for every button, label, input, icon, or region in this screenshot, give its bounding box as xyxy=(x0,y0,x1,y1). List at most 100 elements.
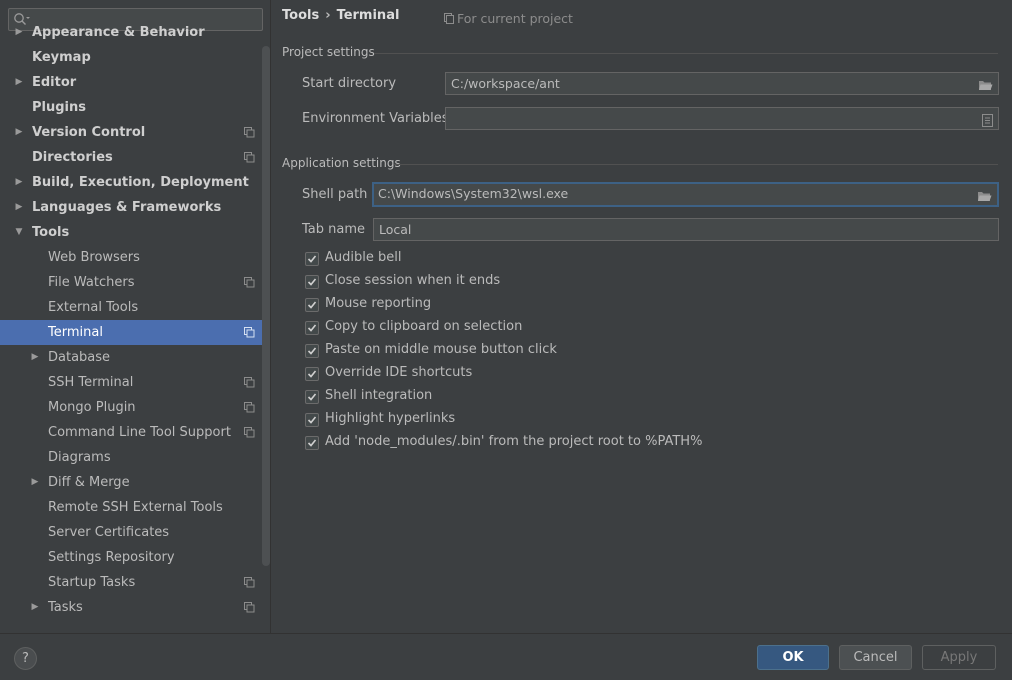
application-settings-title: Application settings xyxy=(282,156,401,170)
tab-name-label: Tab name xyxy=(302,222,366,237)
environment-variables-field[interactable] xyxy=(445,107,999,130)
collapsed-arrow-icon[interactable]: ▶ xyxy=(14,170,24,195)
sidebar-item-mongo-plugin[interactable]: Mongo Plugin xyxy=(0,395,262,420)
breadcrumb-current: Terminal xyxy=(336,8,400,23)
folder-browse-icon[interactable] xyxy=(977,189,992,208)
sidebar-item-database[interactable]: ▶ Database xyxy=(0,345,262,370)
checkbox-checked-icon[interactable] xyxy=(305,275,319,289)
project-level-icon xyxy=(244,277,255,288)
sidebar-item-tools[interactable]: ▼ Tools xyxy=(0,220,262,245)
sidebar-item-keymap[interactable]: Keymap xyxy=(0,45,262,70)
folder-browse-icon[interactable] xyxy=(978,77,993,98)
sidebar-item-label: Diagrams xyxy=(48,450,111,465)
checkbox-checked-icon[interactable] xyxy=(305,298,319,312)
checkbox-label: Add 'node_modules/.bin' from the project… xyxy=(325,434,703,449)
shell-path-field[interactable]: C:\Windows\System32\wsl.exe xyxy=(372,182,999,207)
expanded-arrow-icon[interactable]: ▼ xyxy=(14,220,24,245)
sidebar-item-diff-merge[interactable]: ▶ Diff & Merge xyxy=(0,470,262,495)
sidebar-item-label: Build, Execution, Deployment xyxy=(32,175,249,190)
checkbox-checked-icon[interactable] xyxy=(305,390,319,404)
apply-button[interactable]: Apply xyxy=(922,645,996,670)
sidebar-item-label: Tasks xyxy=(48,600,83,615)
breadcrumb: Tools › Terminal xyxy=(282,8,399,23)
sidebar-item-ssh-terminal[interactable]: SSH Terminal xyxy=(0,370,262,395)
sidebar-scrollbar[interactable] xyxy=(262,46,270,566)
checkbox-label: Paste on middle mouse button click xyxy=(325,342,557,357)
collapsed-arrow-icon[interactable]: ▶ xyxy=(30,470,40,495)
collapsed-arrow-icon[interactable]: ▶ xyxy=(14,195,24,220)
sidebar-item-tasks[interactable]: ▶ Tasks xyxy=(0,595,262,620)
sidebar-item-label: Mongo Plugin xyxy=(48,400,136,415)
sidebar-item-build-execution-deployment[interactable]: ▶ Build, Execution, Deployment xyxy=(0,170,262,195)
sidebar-item-label: External Tools xyxy=(48,300,139,315)
checkbox-checked-icon[interactable] xyxy=(305,321,319,335)
tab-name-field[interactable]: Local xyxy=(373,218,999,241)
checkbox-checked-icon[interactable] xyxy=(305,252,319,266)
collapsed-arrow-icon[interactable]: ▶ xyxy=(14,20,24,45)
settings-content: Tools › Terminal For current project Proje… xyxy=(272,0,1012,633)
collapsed-arrow-icon[interactable]: ▶ xyxy=(30,595,40,620)
ok-button[interactable]: OK xyxy=(757,645,829,670)
sidebar-item-label: Version Control xyxy=(32,125,146,140)
section-divider xyxy=(374,53,998,54)
collapsed-arrow-icon[interactable]: ▶ xyxy=(14,70,24,95)
checkbox-label: Copy to clipboard on selection xyxy=(325,319,523,334)
start-directory-field[interactable]: C:/workspace/ant xyxy=(445,72,999,95)
sidebar-item-languages-frameworks[interactable]: ▶ Languages & Frameworks xyxy=(0,195,262,220)
project-level-icon xyxy=(244,427,255,438)
sidebar-item-command-line-tool-support[interactable]: Command Line Tool Support xyxy=(0,420,262,445)
sidebar-item-settings-repository[interactable]: Settings Repository xyxy=(0,545,262,570)
environment-variables-label: Environment Variables xyxy=(302,111,449,126)
sidebar-item-label: Web Browsers xyxy=(48,250,140,265)
sidebar-item-label: Appearance & Behavior xyxy=(32,25,205,40)
for-current-project-hint: For current project xyxy=(444,11,573,26)
cancel-button[interactable]: Cancel xyxy=(839,645,912,670)
sidebar-item-label: Server Certificates xyxy=(48,525,170,540)
project-level-icon xyxy=(244,402,255,413)
checkbox-label: Highlight hyperlinks xyxy=(325,411,456,426)
dialog-footer: ? OK Cancel Apply xyxy=(0,633,1012,680)
sidebar-item-label: Database xyxy=(48,350,111,365)
sidebar-item-plugins[interactable]: Plugins xyxy=(0,95,262,120)
sidebar-item-label: Diff & Merge xyxy=(48,475,130,490)
checkbox-checked-icon[interactable] xyxy=(305,344,319,358)
sidebar-item-terminal[interactable]: Terminal xyxy=(0,320,262,345)
project-level-icon xyxy=(244,377,255,388)
settings-tree: ▶ Appearance & Behavior Keymap ▶ Editor Plugi… xyxy=(0,25,262,620)
sidebar-item-external-tools[interactable]: External Tools xyxy=(0,295,262,320)
project-settings-section: Project settings xyxy=(282,45,1000,59)
sidebar-item-label: Command Line Tool Support xyxy=(48,425,231,440)
sidebar-item-remote-ssh-external-tools[interactable]: Remote SSH External Tools xyxy=(0,495,262,520)
sidebar-item-label: Languages & Frameworks xyxy=(32,200,222,215)
checkbox-label: Shell integration xyxy=(325,388,433,403)
sidebar-item-editor[interactable]: ▶ Editor xyxy=(0,70,262,95)
settings-sidebar: ▶ Appearance & Behavior Keymap ▶ Editor Plugi… xyxy=(0,0,271,633)
help-button[interactable]: ? xyxy=(14,647,37,670)
sidebar-item-diagrams[interactable]: Diagrams xyxy=(0,445,262,470)
breadcrumb-separator-icon: › xyxy=(325,8,331,23)
project-level-icon xyxy=(244,602,255,613)
sidebar-item-startup-tasks[interactable]: Startup Tasks xyxy=(0,570,262,595)
sidebar-item-file-watchers[interactable]: File Watchers xyxy=(0,270,262,295)
project-level-icon xyxy=(244,127,255,138)
sidebar-item-label: Terminal xyxy=(48,325,103,340)
sidebar-item-appearance-behavior[interactable]: ▶ Appearance & Behavior xyxy=(0,20,262,45)
sidebar-item-directories[interactable]: Directories xyxy=(0,145,262,170)
checkbox-label: Audible bell xyxy=(325,250,402,265)
sidebar-item-label: Editor xyxy=(32,75,77,90)
checkbox-label: Override IDE shortcuts xyxy=(325,365,473,380)
project-settings-title: Project settings xyxy=(282,45,375,59)
breadcrumb-parent[interactable]: Tools xyxy=(282,8,319,23)
checkbox-checked-icon[interactable] xyxy=(305,367,319,381)
project-level-icon xyxy=(244,152,255,163)
sidebar-item-web-browsers[interactable]: Web Browsers xyxy=(0,245,262,270)
checkbox-checked-icon[interactable] xyxy=(305,436,319,450)
sidebar-item-server-certificates[interactable]: Server Certificates xyxy=(0,520,262,545)
edit-variables-icon[interactable] xyxy=(982,112,993,133)
shell-path-label: Shell path xyxy=(302,187,368,202)
collapsed-arrow-icon[interactable]: ▶ xyxy=(14,120,24,145)
project-icon xyxy=(444,13,454,24)
collapsed-arrow-icon[interactable]: ▶ xyxy=(30,345,40,370)
sidebar-item-version-control[interactable]: ▶ Version Control xyxy=(0,120,262,145)
checkbox-checked-icon[interactable] xyxy=(305,413,319,427)
